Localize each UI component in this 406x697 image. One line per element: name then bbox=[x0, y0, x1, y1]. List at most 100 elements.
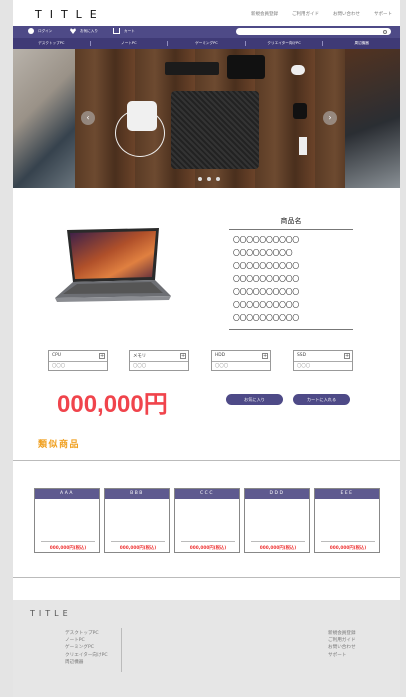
site-logo[interactable]: TITLE bbox=[35, 8, 105, 21]
footer: TITLE デスクトップPC ノートPC ゲーミングPC クリエイター向けPC … bbox=[13, 600, 400, 697]
carousel-prev-slide bbox=[13, 49, 75, 188]
divider bbox=[41, 541, 95, 542]
card-title: BBB bbox=[105, 489, 169, 499]
product-image bbox=[55, 228, 171, 302]
divider bbox=[121, 628, 122, 672]
login-link[interactable]: ログイン bbox=[28, 28, 52, 34]
product-price: 000,000円 bbox=[57, 391, 168, 418]
card-title: EEE bbox=[315, 489, 379, 499]
search-box bbox=[236, 28, 391, 46]
option-memory[interactable]: メモリ + 〇〇〇 bbox=[129, 350, 189, 371]
plus-icon[interactable]: + bbox=[262, 352, 268, 359]
option-value: 〇〇〇 bbox=[133, 364, 147, 369]
card-price: 000,000円(税込) bbox=[119, 546, 157, 551]
divider bbox=[251, 541, 305, 542]
plus-icon[interactable]: + bbox=[180, 352, 186, 359]
carousel-dot[interactable] bbox=[216, 177, 220, 181]
divider bbox=[321, 541, 375, 542]
option-value: 〇〇〇 bbox=[297, 364, 311, 369]
cart-link[interactable]: カート bbox=[113, 28, 135, 34]
option-hdd[interactable]: HDD + 〇〇〇 bbox=[211, 350, 271, 371]
plus-icon[interactable]: + bbox=[344, 352, 350, 359]
divider bbox=[49, 361, 107, 362]
card-title: CCC bbox=[175, 489, 239, 499]
option-label: HDD bbox=[215, 353, 226, 358]
option-cpu[interactable]: CPU + 〇〇〇 bbox=[48, 350, 108, 371]
spec-line: 〇〇〇〇〇〇〇〇〇〇 bbox=[233, 288, 299, 296]
favorites-link[interactable]: お気に入り bbox=[70, 28, 98, 34]
divider bbox=[130, 361, 188, 362]
option-value: 〇〇〇 bbox=[52, 364, 66, 369]
hero-image-drive bbox=[299, 137, 307, 155]
nav-support[interactable]: サポート bbox=[374, 11, 392, 17]
nav-contact[interactable]: お問い合わせ bbox=[333, 11, 360, 17]
card-price: 000,000円(税込) bbox=[259, 546, 297, 551]
divider bbox=[13, 577, 400, 578]
category-creator[interactable]: クリエイター向けPC bbox=[246, 41, 324, 46]
spec-line: 〇〇〇〇〇〇〇〇〇 bbox=[233, 249, 293, 257]
search-icon[interactable] bbox=[383, 29, 387, 34]
carousel-dot[interactable] bbox=[198, 177, 202, 181]
divider bbox=[212, 361, 270, 362]
similar-product-card[interactable]: BBB 000,000円(税込) bbox=[104, 488, 170, 553]
footer-link[interactable]: ノートPC bbox=[65, 637, 108, 644]
utility-bar: ログイン お気に入り カート bbox=[13, 26, 400, 46]
category-peripherals[interactable]: 周辺機器 bbox=[323, 41, 400, 46]
nav-guide[interactable]: ご利用ガイド bbox=[292, 11, 319, 17]
add-to-cart-button[interactable]: カートに入れる bbox=[293, 394, 350, 405]
divider bbox=[111, 541, 165, 542]
carousel-dot[interactable] bbox=[207, 177, 211, 181]
footer-category-links: デスクトップPC ノートPC ゲーミングPC クリエイター向けPC 周辺機器 bbox=[65, 630, 108, 666]
nav-register[interactable]: 新規会員登録 bbox=[251, 11, 278, 17]
footer-link[interactable]: お問い合わせ bbox=[328, 644, 356, 651]
similar-product-card[interactable]: CCC 000,000円(税込) bbox=[174, 488, 240, 553]
card-title: AAA bbox=[35, 489, 99, 499]
carousel-main-slide bbox=[75, 49, 345, 188]
footer-link[interactable]: ゲーミングPC bbox=[65, 644, 108, 651]
footer-link[interactable]: ご利用ガイド bbox=[328, 637, 356, 644]
header: TITLE 新規会員登録 ご利用ガイド お問い合わせ サポート bbox=[13, 0, 400, 26]
footer-info-links: 新規会員登録 ご利用ガイド お問い合わせ サポート bbox=[328, 630, 356, 659]
hero-carousel: ‹ › bbox=[13, 49, 400, 188]
similar-product-card[interactable]: AAA 000,000円(税込) bbox=[34, 488, 100, 553]
footer-link[interactable]: 周辺機器 bbox=[65, 659, 108, 666]
add-favorite-button[interactable]: お気に入り bbox=[226, 394, 283, 405]
option-label: CPU bbox=[52, 353, 61, 358]
footer-link[interactable]: 新規会員登録 bbox=[328, 630, 356, 637]
divider bbox=[181, 541, 235, 542]
spec-line: 〇〇〇〇〇〇〇〇〇〇 bbox=[233, 236, 299, 244]
product-name: 商品名 bbox=[280, 217, 302, 225]
category-gaming[interactable]: ゲーミングPC bbox=[168, 41, 246, 46]
footer-link[interactable]: サポート bbox=[328, 652, 356, 659]
login-label: ログイン bbox=[38, 28, 53, 33]
divider bbox=[294, 361, 352, 362]
carousel-dots bbox=[198, 177, 220, 181]
spec-line: 〇〇〇〇〇〇〇〇〇〇 bbox=[233, 262, 299, 270]
user-icon bbox=[28, 28, 34, 34]
hero-image-device bbox=[165, 62, 219, 75]
category-desktop[interactable]: デスクトップPC bbox=[13, 41, 91, 46]
spec-line: 〇〇〇〇〇〇〇〇〇〇 bbox=[233, 275, 299, 283]
carousel-prev-arrow-icon[interactable]: ‹ bbox=[81, 111, 95, 125]
hero-image-charger bbox=[127, 101, 157, 131]
carousel-next-slide bbox=[345, 49, 400, 188]
carousel-next-arrow-icon[interactable]: › bbox=[323, 111, 337, 125]
similar-product-card[interactable]: EEE 000,000円(税込) bbox=[314, 488, 380, 553]
similar-product-card[interactable]: DDD 000,000円(税込) bbox=[244, 488, 310, 553]
spec-line: 〇〇〇〇〇〇〇〇〇〇 bbox=[233, 301, 299, 309]
hero-image-phone bbox=[227, 55, 265, 79]
divider bbox=[13, 460, 400, 461]
divider bbox=[229, 229, 353, 230]
option-ssd[interactable]: SSD + 〇〇〇 bbox=[293, 350, 353, 371]
plus-icon[interactable]: + bbox=[99, 352, 105, 359]
category-notebook[interactable]: ノートPC bbox=[91, 41, 169, 46]
spec-line: 〇〇〇〇〇〇〇〇〇〇 bbox=[233, 314, 299, 322]
option-label: メモリ bbox=[133, 354, 147, 359]
page: TITLE 新規会員登録 ご利用ガイド お問い合わせ サポート ログイン お気に… bbox=[13, 0, 400, 697]
footer-link[interactable]: デスクトップPC bbox=[65, 630, 108, 637]
card-price: 000,000円(税込) bbox=[49, 546, 87, 551]
footer-logo[interactable]: TITLE bbox=[30, 609, 72, 618]
footer-link[interactable]: クリエイター向けPC bbox=[65, 652, 108, 659]
hero-image-laptop bbox=[171, 91, 259, 169]
option-value: 〇〇〇 bbox=[215, 364, 229, 369]
